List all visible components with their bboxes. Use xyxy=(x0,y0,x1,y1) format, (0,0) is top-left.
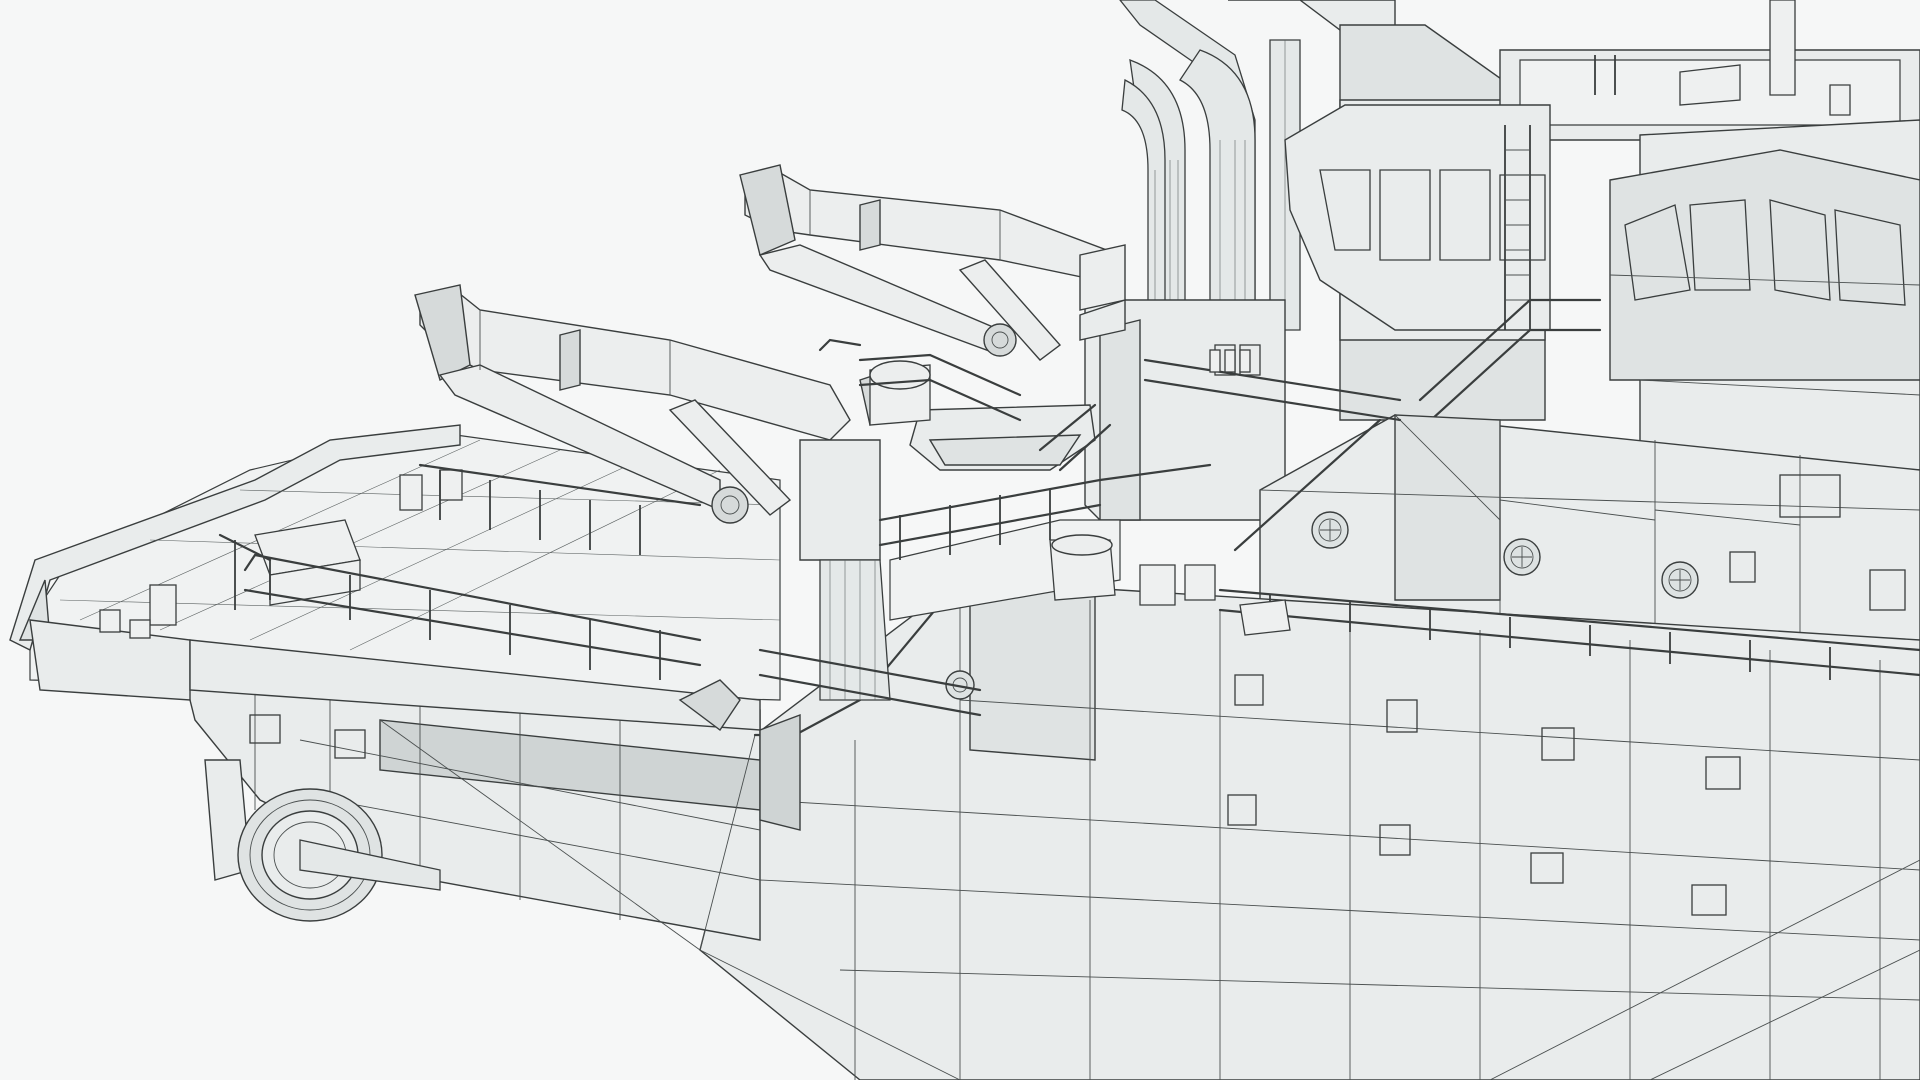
porthole xyxy=(1503,538,1541,576)
crane-upper xyxy=(739,164,1126,361)
superstructure xyxy=(1228,0,1920,471)
mid-deckhouse xyxy=(1079,299,1286,521)
ship-wireframe-render xyxy=(9,0,1920,1080)
porthole xyxy=(1311,511,1349,549)
exhaust-stacks xyxy=(1119,0,1301,331)
porthole xyxy=(1661,561,1699,599)
